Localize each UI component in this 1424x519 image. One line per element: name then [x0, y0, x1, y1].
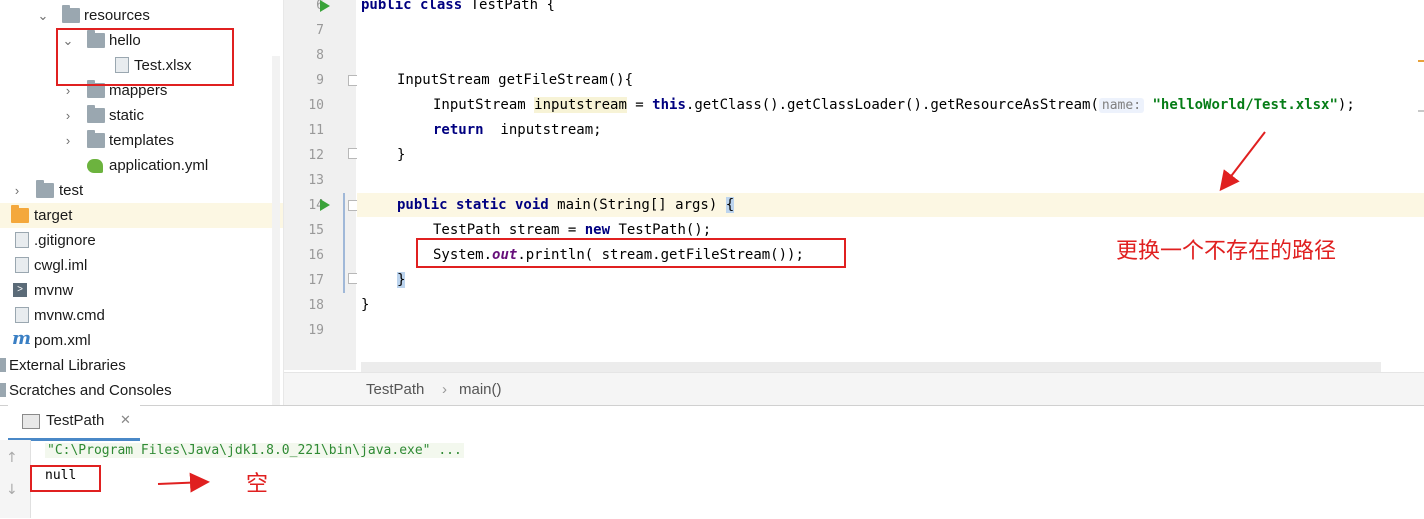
annotation-arrows — [157, 131, 1266, 493]
annotation-arrow-null — [157, 472, 210, 493]
ide-window: ⌄ resources ⌄ hello Test.xlsx › mappers … — [0, 0, 1424, 519]
annotation-arrow-path — [1219, 131, 1266, 192]
